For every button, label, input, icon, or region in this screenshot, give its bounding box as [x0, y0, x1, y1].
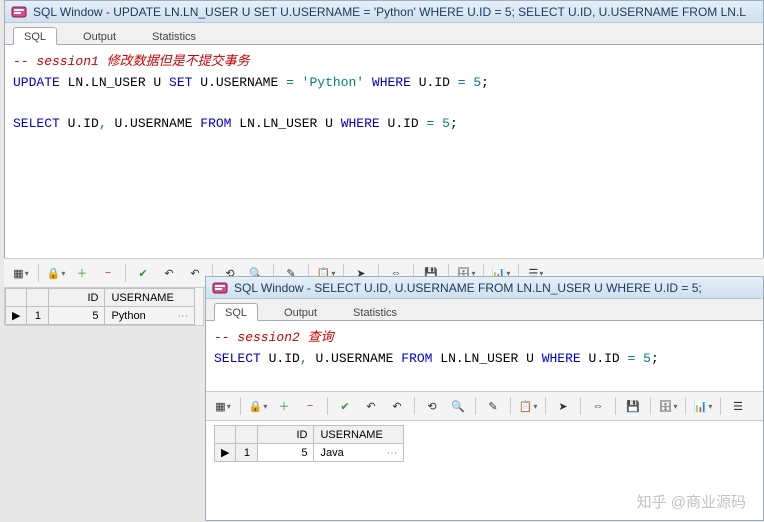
row-pointer-header [215, 426, 236, 444]
grid-mode-button[interactable]: ▦▾ [212, 395, 234, 417]
comment: -- session2 查询 [214, 330, 334, 345]
rownum-header [236, 426, 258, 444]
refresh-button[interactable]: ⟲ [421, 395, 443, 417]
tab-output[interactable]: Output [274, 304, 327, 320]
separator [650, 397, 651, 415]
cell-edit-icon[interactable]: ··· [177, 310, 188, 322]
commit-button[interactable]: ✔ [334, 395, 356, 417]
table-row[interactable]: ▶ 1 5 Python··· [6, 307, 195, 325]
rownum-header [27, 289, 49, 307]
comment: -- session1 修改数据但是不提交事务 [13, 54, 250, 69]
row-pointer-header [6, 289, 27, 307]
save-button[interactable]: 💾 [622, 395, 644, 417]
rollback-button[interactable]: ↶ [360, 395, 382, 417]
tab-statistics[interactable]: Statistics [142, 28, 206, 44]
app-icon [11, 4, 27, 20]
separator [475, 397, 476, 415]
undo2-button[interactable]: ↶ [386, 395, 408, 417]
col-header-username[interactable]: USERNAME [314, 426, 404, 444]
add-row-button[interactable]: ＋ [71, 262, 93, 284]
tab-output[interactable]: Output [73, 28, 126, 44]
db-button[interactable]: 🗄▾ [657, 395, 679, 417]
titlebar-2[interactable]: SQL Window - SELECT U.ID, U.USERNAME FRO… [206, 277, 763, 299]
cell-username[interactable]: Python··· [105, 307, 195, 325]
next-button[interactable]: ➤ [552, 395, 574, 417]
row-number: 1 [27, 307, 49, 325]
undo2-button[interactable]: ↶ [184, 262, 206, 284]
tabs-1: SQL Output Statistics [5, 23, 763, 45]
titlebar-1[interactable]: SQL Window - UPDATE LN.LN_USER U SET U.U… [5, 1, 763, 23]
cell-username[interactable]: Java··· [314, 444, 404, 462]
separator [580, 397, 581, 415]
table-row[interactable]: ▶ 1 5 Java··· [215, 444, 404, 462]
delete-row-button[interactable]: − [299, 395, 321, 417]
copy-button[interactable]: 📋▾ [517, 395, 539, 417]
app-icon [212, 280, 228, 296]
sql-window-1: SQL Window - UPDATE LN.LN_USER U SET U.U… [4, 0, 764, 279]
col-header-id[interactable]: ID [258, 426, 314, 444]
add-row-button[interactable]: ＋ [273, 395, 295, 417]
list-button[interactable]: ☰ [727, 395, 749, 417]
separator [125, 264, 126, 282]
delete-row-button[interactable]: − [97, 262, 119, 284]
results-grid-1[interactable]: ID USERNAME ▶ 1 5 Python··· [5, 288, 195, 325]
lock-button[interactable]: 🔒▾ [247, 395, 269, 417]
separator [414, 397, 415, 415]
chart-button[interactable]: 📊▾ [692, 395, 714, 417]
tab-sql[interactable]: SQL [13, 27, 57, 45]
cell-id[interactable]: 5 [258, 444, 314, 462]
col-header-id[interactable]: ID [49, 289, 105, 307]
separator [685, 397, 686, 415]
cell-id[interactable]: 5 [49, 307, 105, 325]
separator [38, 264, 39, 282]
sql-window-2: SQL Window - SELECT U.ID, U.USERNAME FRO… [205, 276, 764, 521]
window-title: SQL Window - UPDATE LN.LN_USER U SET U.U… [33, 5, 746, 19]
find-button[interactable]: 🔍 [447, 395, 469, 417]
row-pointer-icon: ▶ [215, 444, 236, 462]
tab-sql[interactable]: SQL [214, 303, 258, 321]
col-header-username[interactable]: USERNAME [105, 289, 195, 307]
separator [240, 397, 241, 415]
lock-button[interactable]: 🔒▾ [45, 262, 67, 284]
separator [720, 397, 721, 415]
tab-statistics[interactable]: Statistics [343, 304, 407, 320]
watermark: 知乎 @商业源码 [637, 491, 746, 512]
commit-button[interactable]: ✔ [132, 262, 154, 284]
separator [327, 397, 328, 415]
toolbar-2: ▦▾ 🔒▾ ＋ − ✔ ↶ ↶ ⟲ 🔍 ✎ 📋▾ ➤ ⇔ 💾 🗄▾ 📊▾ ☰ [206, 391, 763, 421]
rollback-button[interactable]: ↶ [158, 262, 180, 284]
results-grid-2[interactable]: ID USERNAME ▶ 1 5 Java··· [214, 425, 404, 462]
row-number: 1 [236, 444, 258, 462]
row-pointer-icon: ▶ [6, 307, 27, 325]
cell-edit-icon[interactable]: ··· [386, 447, 397, 459]
sql-editor-1[interactable]: -- session1 修改数据但是不提交事务 UPDATE LN.LN_USE… [5, 45, 763, 141]
separator [510, 397, 511, 415]
window-title: SQL Window - SELECT U.ID, U.USERNAME FRO… [234, 281, 702, 295]
sql-editor-2[interactable]: -- session2 查询 SELECT U.ID, U.USERNAME F… [206, 321, 763, 391]
link-button[interactable]: ⇔ [587, 395, 609, 417]
edit-button[interactable]: ✎ [482, 395, 504, 417]
separator [545, 397, 546, 415]
grid-mode-button[interactable]: ▦▾ [10, 262, 32, 284]
tabs-2: SQL Output Statistics [206, 299, 763, 321]
separator [615, 397, 616, 415]
